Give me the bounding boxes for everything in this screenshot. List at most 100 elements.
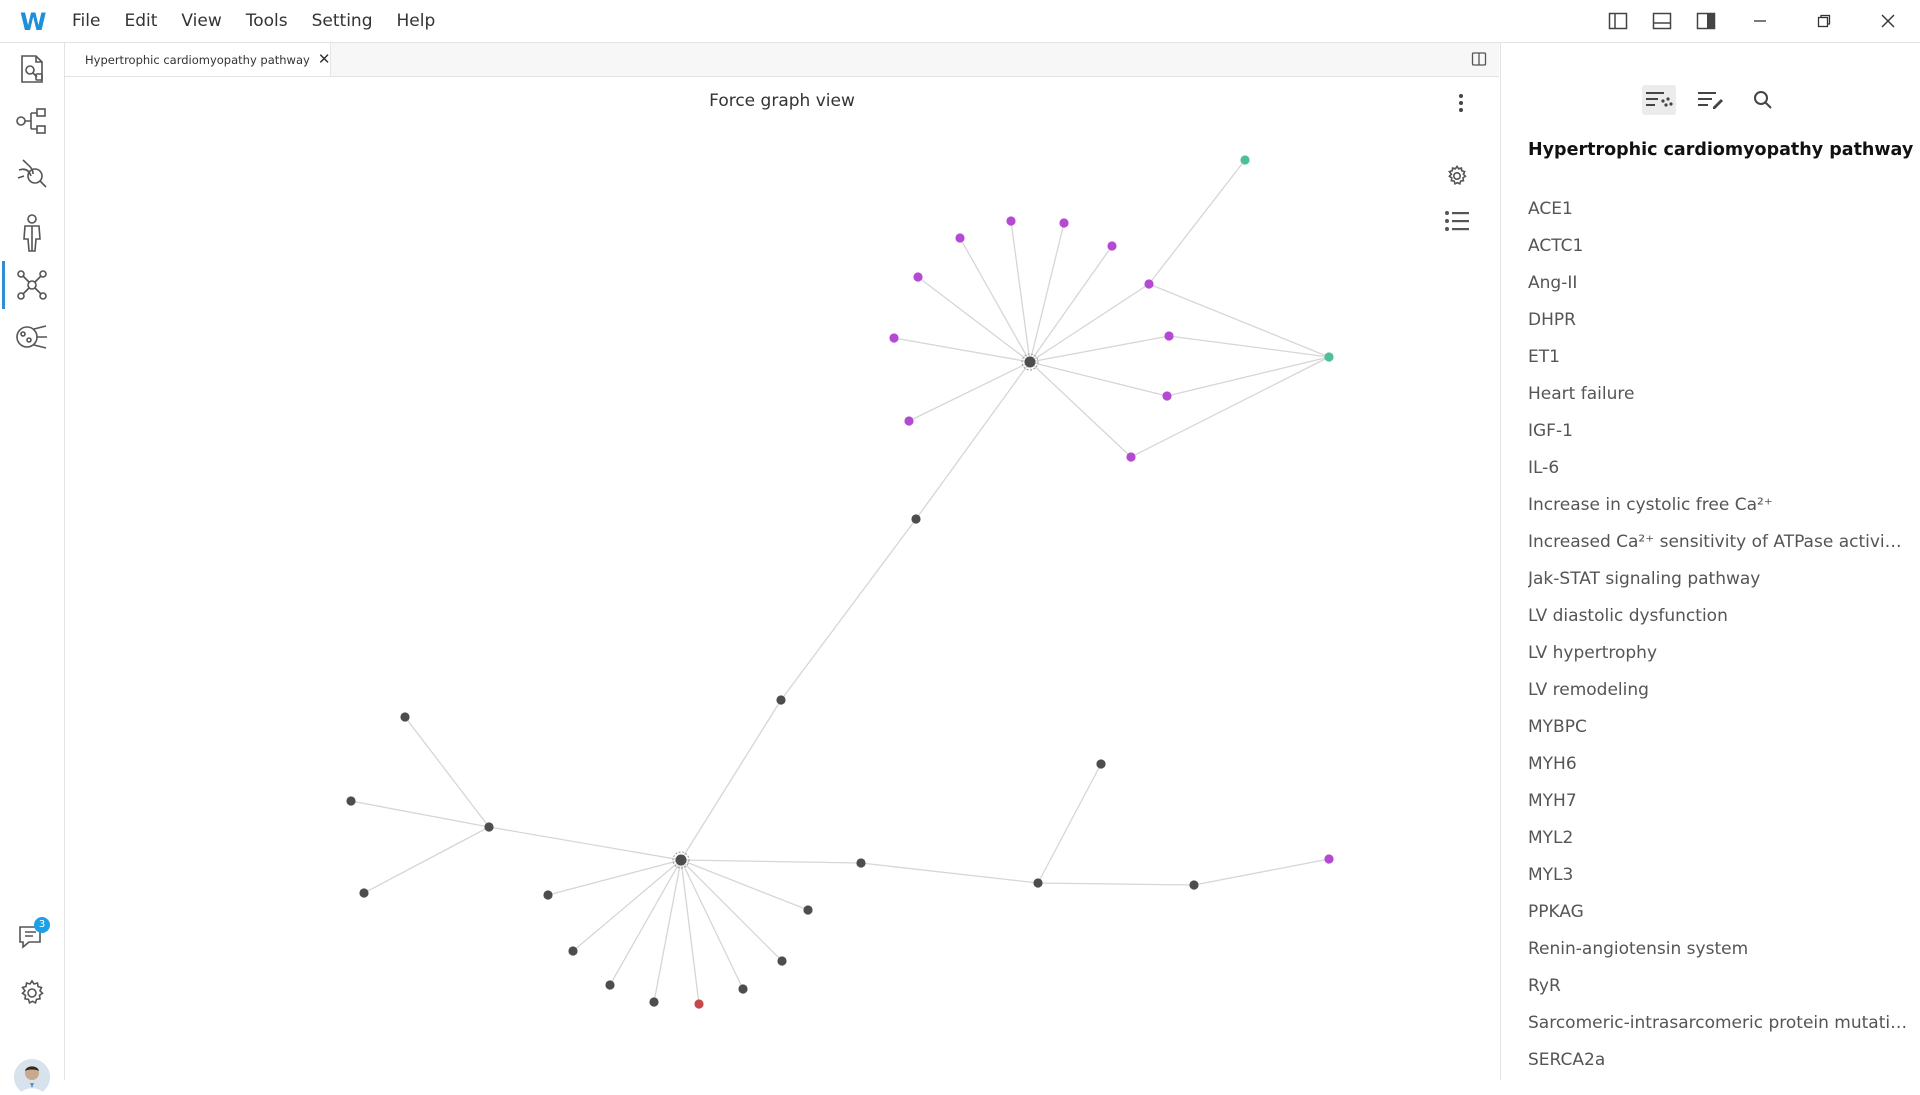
graph-node[interactable] xyxy=(1324,854,1334,864)
activity-messages[interactable]: 3 xyxy=(0,911,64,963)
entity-list-item[interactable]: Ang-II xyxy=(1528,265,1908,302)
graph-node[interactable] xyxy=(484,822,494,832)
graph-node[interactable] xyxy=(777,956,787,966)
menu-view[interactable]: View xyxy=(181,11,221,31)
activity-documents[interactable] xyxy=(0,43,64,95)
panel-toolbar xyxy=(1501,85,1920,119)
graph-edge xyxy=(680,859,744,990)
toggle-bottom-panel-button[interactable] xyxy=(1640,0,1684,42)
entity-list-item[interactable]: IL-6 xyxy=(1528,450,1908,487)
entity-list-item[interactable]: Jak-STAT signaling pathway xyxy=(1528,561,1908,598)
graph-node[interactable] xyxy=(400,712,410,722)
graph-node[interactable] xyxy=(913,272,923,282)
entity-list-item[interactable]: PPKAG xyxy=(1528,894,1908,931)
split-editor-button[interactable] xyxy=(1469,49,1489,69)
entity-list-item[interactable]: SERCA2a xyxy=(1528,1042,1908,1079)
graph-node[interactable] xyxy=(675,854,687,866)
entity-list-item[interactable]: Increase in cystolic free Ca²⁺ xyxy=(1528,487,1908,524)
activity-analysis[interactable] xyxy=(0,311,64,363)
graph-node[interactable] xyxy=(543,890,553,900)
graph-node[interactable] xyxy=(1024,356,1036,368)
menu-edit[interactable]: Edit xyxy=(124,11,157,31)
graph-node[interactable] xyxy=(1240,155,1250,165)
graph-node[interactable] xyxy=(1096,759,1106,769)
panel-title: Hypertrophic cardiomyopathy pathway xyxy=(1528,140,1914,160)
graph-node[interactable] xyxy=(1006,216,1016,226)
entity-list-item[interactable]: MYL3 xyxy=(1528,857,1908,894)
graph-node[interactable] xyxy=(605,980,615,990)
graph-node[interactable] xyxy=(1144,279,1154,289)
entity-list-item[interactable]: LV hypertrophy xyxy=(1528,635,1908,672)
graph-node[interactable] xyxy=(346,796,356,806)
menu-help[interactable]: Help xyxy=(396,11,435,31)
entity-list-item[interactable]: ET1 xyxy=(1528,339,1908,376)
toggle-left-panel-button[interactable] xyxy=(1596,0,1640,42)
activity-body[interactable] xyxy=(0,207,64,259)
graph-node[interactable] xyxy=(776,695,786,705)
graph-legend-button[interactable] xyxy=(1440,204,1474,238)
entity-list-item[interactable]: Heart failure xyxy=(1528,376,1908,413)
entity-list-item[interactable]: IGF-1 xyxy=(1528,413,1908,450)
graph-node[interactable] xyxy=(694,999,704,1009)
sort-filter-button[interactable] xyxy=(1642,85,1676,115)
activity-network-graph[interactable] xyxy=(0,259,64,311)
graph-node[interactable] xyxy=(803,905,813,915)
view-more-button[interactable] xyxy=(1451,91,1471,115)
list-edit-button[interactable] xyxy=(1694,85,1728,115)
graph-edge xyxy=(1148,283,1330,358)
activity-settings[interactable] xyxy=(0,967,64,1019)
activity-dna-search[interactable] xyxy=(0,147,64,199)
entity-list-item[interactable]: MYL2 xyxy=(1528,820,1908,857)
graph-canvas[interactable]: Force graph view xyxy=(65,77,1499,1080)
graph-node[interactable] xyxy=(568,946,578,956)
graph-node[interactable] xyxy=(955,233,965,243)
tab-close-icon[interactable]: ✕ xyxy=(318,52,331,67)
entity-list-item[interactable]: MYH7 xyxy=(1528,783,1908,820)
graph-node[interactable] xyxy=(911,514,921,524)
avatar-image xyxy=(14,1059,50,1095)
force-graph[interactable] xyxy=(65,77,1499,1080)
gear-icon xyxy=(21,979,44,1004)
entity-list-item[interactable]: RyR xyxy=(1528,968,1908,1005)
editor-tab-bar: Hypertrophic cardiomyopathy pathway ✕ xyxy=(65,43,1499,77)
graph-node[interactable] xyxy=(904,416,914,426)
tab-hypertrophic-cardiomyopathy[interactable]: Hypertrophic cardiomyopathy pathway ✕ xyxy=(65,43,331,76)
graph-node[interactable] xyxy=(1059,218,1069,228)
graph-node[interactable] xyxy=(856,858,866,868)
graph-edge xyxy=(653,859,682,1003)
graph-node[interactable] xyxy=(1189,880,1199,890)
entity-list-item[interactable]: MYBPC xyxy=(1528,709,1908,746)
graph-node[interactable] xyxy=(649,997,659,1007)
graph-node[interactable] xyxy=(1033,878,1043,888)
graph-node[interactable] xyxy=(1162,391,1172,401)
graph-node[interactable] xyxy=(1164,331,1174,341)
graph-node[interactable] xyxy=(1126,452,1136,462)
entity-list-item[interactable]: Sarcomeric-intrasarcomeric protein mutat… xyxy=(1528,1005,1908,1042)
entity-list-item[interactable]: ACE1 xyxy=(1528,191,1908,228)
graph-node[interactable] xyxy=(1324,352,1334,362)
entity-list-item[interactable]: Increased Ca²⁺ sensitivity of ATPase act… xyxy=(1528,524,1908,561)
app-logo[interactable]: W xyxy=(18,6,48,36)
user-avatar[interactable] xyxy=(14,1059,50,1095)
graph-edge xyxy=(1130,356,1330,458)
graph-node[interactable] xyxy=(1107,241,1117,251)
menu-file[interactable]: File xyxy=(72,11,100,31)
panel-search-button[interactable] xyxy=(1746,85,1780,115)
entity-list-item[interactable]: DHPR xyxy=(1528,302,1908,339)
entity-list-item[interactable]: MYH6 xyxy=(1528,746,1908,783)
menu-setting[interactable]: Setting xyxy=(312,11,373,31)
graph-node[interactable] xyxy=(889,333,899,343)
graph-node[interactable] xyxy=(738,984,748,994)
toggle-right-panel-button[interactable] xyxy=(1684,0,1728,42)
entity-list-item[interactable]: Renin-angiotensin system xyxy=(1528,931,1908,968)
entity-list-item[interactable]: ACTC1 xyxy=(1528,228,1908,265)
close-window-button[interactable] xyxy=(1856,0,1920,42)
activity-workflow[interactable] xyxy=(0,95,64,147)
entity-list-item[interactable]: LV diastolic dysfunction xyxy=(1528,598,1908,635)
restore-button[interactable] xyxy=(1792,0,1856,42)
entity-list-item[interactable]: LV remodeling xyxy=(1528,672,1908,709)
menu-tools[interactable]: Tools xyxy=(246,11,288,31)
graph-node[interactable] xyxy=(359,888,369,898)
minimize-button[interactable] xyxy=(1728,0,1792,42)
graph-settings-button[interactable] xyxy=(1440,159,1474,193)
